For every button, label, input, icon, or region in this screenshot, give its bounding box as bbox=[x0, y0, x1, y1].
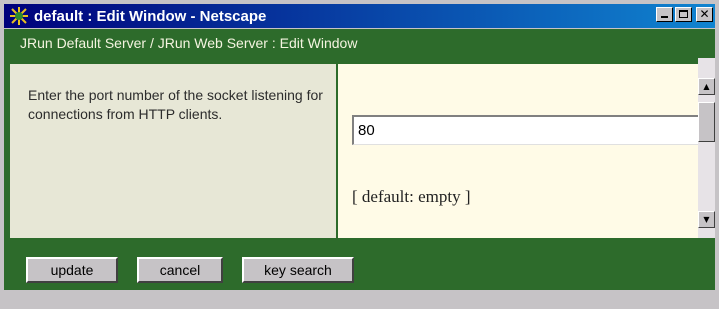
close-icon[interactable]: ✕ bbox=[696, 7, 713, 22]
scroll-thumb[interactable] bbox=[698, 102, 715, 142]
window-controls: ✕ bbox=[656, 7, 713, 22]
window-title: default : Edit Window - Netscape bbox=[34, 7, 267, 25]
breadcrumb: JRun Default Server / JRun Web Server : … bbox=[4, 29, 715, 58]
field-panel: [ default: empty ] bbox=[338, 64, 698, 238]
update-button[interactable]: update bbox=[26, 257, 118, 283]
netscape-icon bbox=[8, 5, 30, 27]
window-bottom-border bbox=[4, 290, 715, 305]
cancel-button[interactable]: cancel bbox=[137, 257, 223, 283]
vertical-scrollbar[interactable]: ▲ ▼ bbox=[698, 58, 715, 238]
port-input[interactable] bbox=[352, 115, 698, 145]
field-description: Enter the port number of the socket list… bbox=[10, 64, 336, 238]
edit-form: Enter the port number of the socket list… bbox=[4, 58, 715, 241]
default-note: [ default: empty ] bbox=[352, 187, 471, 206]
scroll-up-icon[interactable]: ▲ bbox=[698, 78, 715, 95]
key-search-button[interactable]: key search bbox=[242, 257, 354, 283]
button-bar: update cancel key search bbox=[4, 241, 715, 290]
maximize-icon[interactable] bbox=[675, 7, 692, 22]
edit-window: default : Edit Window - Netscape ✕ JRun … bbox=[0, 0, 719, 309]
scroll-down-icon[interactable]: ▼ bbox=[698, 211, 715, 228]
minimize-icon[interactable] bbox=[656, 7, 673, 22]
title-bar[interactable]: default : Edit Window - Netscape ✕ bbox=[4, 4, 715, 28]
